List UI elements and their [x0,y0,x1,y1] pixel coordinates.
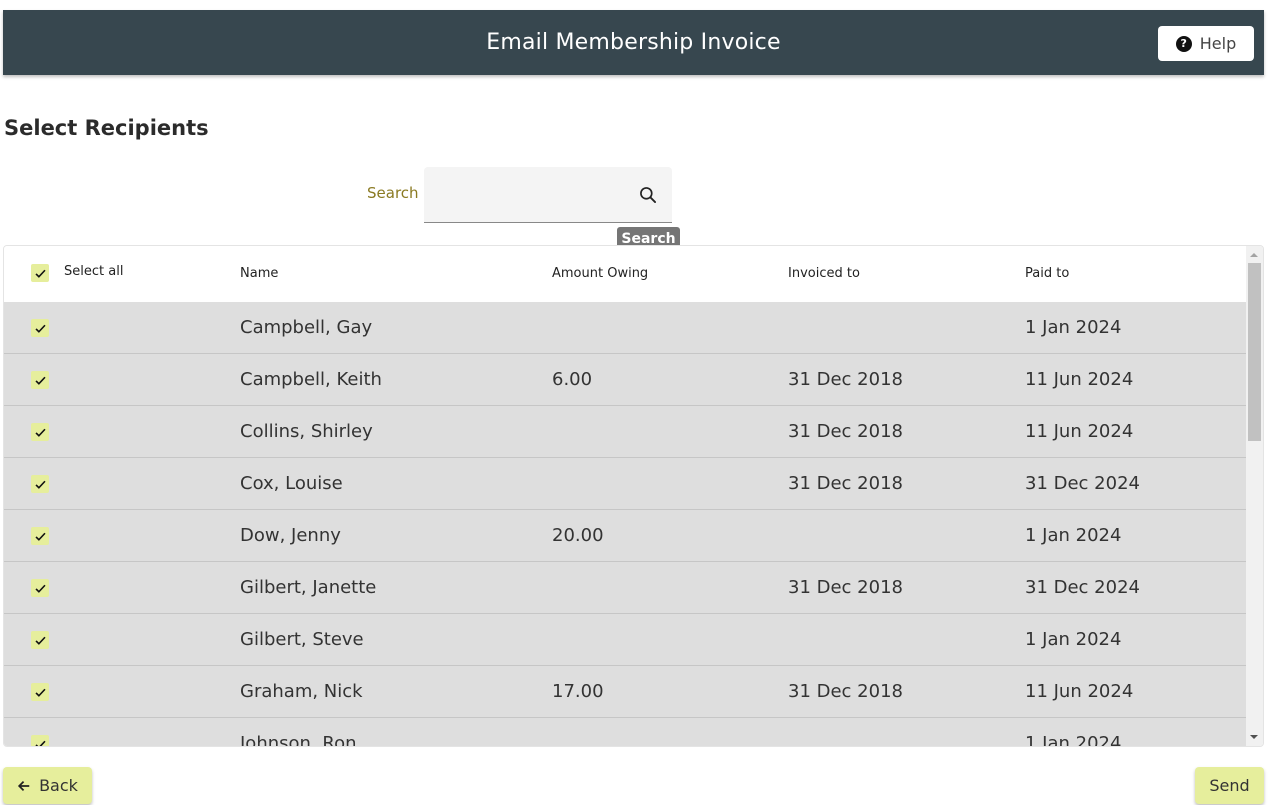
row-checkbox[interactable] [31,319,49,337]
send-button[interactable]: Send [1195,767,1264,804]
row-checkbox[interactable] [31,423,49,441]
checkmark-icon [34,740,46,746]
checkmark-icon [34,532,46,541]
row-checkbox[interactable] [31,631,49,649]
table-row[interactable]: Campbell, Keith 6.00 31 Dec 2018 11 Jun 202… [4,354,1247,406]
select-all-label: Select all [64,264,124,279]
cell-paid-to: 1 Jan 2024 [1025,525,1122,546]
table-row[interactable]: Johnson, Ron 1 Jan 2024 [4,718,1247,747]
column-header-amount-owing[interactable]: Amount Owing [552,266,648,281]
cell-name: Campbell, Gay [240,317,373,338]
cell-paid-to: 31 Dec 2024 [1025,473,1140,494]
cell-invoiced-to: 31 Dec 2018 [788,577,903,598]
cell-amount-owing: 17.00 [552,681,604,702]
search-input[interactable] [434,181,624,209]
recipients-table: Select all Name Amount Owing Invoiced to… [3,245,1264,747]
cell-paid-to: 1 Jan 2024 [1025,733,1122,747]
table-row[interactable]: Dow, Jenny 20.00 1 Jan 2024 [4,510,1247,562]
section-title: Select Recipients [4,116,209,140]
checkmark-icon [34,324,46,333]
arrow-left-icon [18,780,30,791]
table-row[interactable]: Campbell, Gay 1 Jan 2024 [4,302,1247,354]
cell-amount-owing: 20.00 [552,525,604,546]
table-scrollbar[interactable] [1246,246,1263,746]
table-body: Campbell, Gay 1 Jan 2024 Campbell, Keith 6.… [4,302,1247,747]
cell-name: Gilbert, Steve [240,629,364,650]
select-all-checkbox[interactable] [31,264,49,282]
row-checkbox[interactable] [31,735,49,746]
cell-name: Dow, Jenny [240,525,341,546]
checkmark-icon [34,584,46,593]
help-button[interactable]: ? Help [1158,26,1254,61]
back-button[interactable]: Back [3,767,92,804]
column-header-name[interactable]: Name [240,266,278,281]
cell-invoiced-to: 31 Dec 2018 [788,369,903,390]
page-header-title: Email Membership Invoice [486,30,781,55]
back-button-label: Back [39,776,78,795]
checkmark-icon [34,480,46,489]
checkmark-icon [34,269,46,278]
cell-name: Collins, Shirley [240,421,373,442]
cell-paid-to: 11 Jun 2024 [1025,369,1134,390]
search-label: Search [367,184,419,202]
scroll-down-arrow-icon[interactable] [1250,735,1258,739]
cell-invoiced-to: 31 Dec 2018 [788,681,903,702]
cell-paid-to: 31 Dec 2024 [1025,577,1140,598]
scroll-up-arrow-icon[interactable] [1250,253,1258,257]
table-row[interactable]: Graham, Nick 17.00 31 Dec 2018 11 Jun 2024 [4,666,1247,718]
cell-amount-owing: 6.00 [552,369,593,390]
cell-name: Graham, Nick [240,681,363,702]
cell-paid-to: 11 Jun 2024 [1025,681,1134,702]
help-button-label: Help [1199,34,1237,53]
row-checkbox[interactable] [31,579,49,597]
cell-invoiced-to: 31 Dec 2018 [788,421,903,442]
cell-name: Cox, Louise [240,473,343,494]
row-checkbox[interactable] [31,683,49,701]
checkmark-icon [34,688,46,697]
column-header-invoiced-to[interactable]: Invoiced to [788,266,860,281]
cell-paid-to: 1 Jan 2024 [1025,629,1122,650]
send-button-label: Send [1209,776,1250,795]
table-row[interactable]: Gilbert, Steve 1 Jan 2024 [4,614,1247,666]
cell-name: Gilbert, Janette [240,577,377,598]
table-header: Select all Name Amount Owing Invoiced to… [4,246,1247,302]
checkmark-icon [34,376,46,385]
question-circle-icon: ? [1175,35,1192,52]
app-header: Email Membership Invoice ? Help [3,10,1264,75]
search-icon[interactable] [638,185,658,205]
table-row[interactable]: Collins, Shirley 31 Dec 2018 11 Jun 2024 [4,406,1247,458]
table-row[interactable]: Cox, Louise 31 Dec 2018 31 Dec 2024 [4,458,1247,510]
cell-paid-to: 1 Jan 2024 [1025,317,1122,338]
scrollbar-thumb[interactable] [1248,263,1261,441]
cell-name: Campbell, Keith [240,369,382,390]
cell-invoiced-to: 31 Dec 2018 [788,473,903,494]
search-field[interactable] [424,167,672,223]
column-header-paid-to[interactable]: Paid to [1025,266,1069,281]
row-checkbox[interactable] [31,527,49,545]
table-row[interactable]: Gilbert, Janette 31 Dec 2018 31 Dec 2024 [4,562,1247,614]
row-checkbox[interactable] [31,371,49,389]
row-checkbox[interactable] [31,475,49,493]
cell-name: Johnson, Ron [240,733,357,747]
checkmark-icon [34,636,46,645]
cell-paid-to: 11 Jun 2024 [1025,421,1134,442]
checkmark-icon [34,428,46,437]
